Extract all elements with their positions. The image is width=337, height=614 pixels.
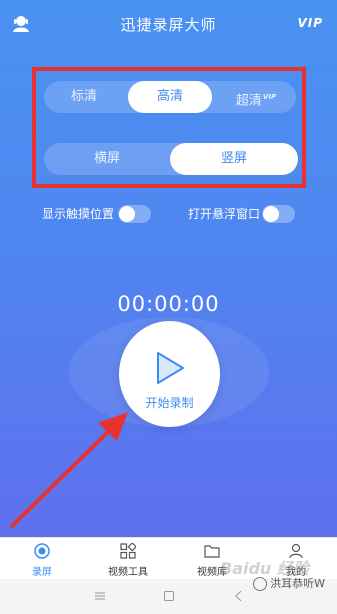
- toggle-floating-window-label: 打开悬浮窗口: [188, 207, 261, 221]
- home-icon[interactable]: [163, 590, 175, 602]
- toggle-show-touches-switch[interactable]: [118, 205, 151, 223]
- toggle-knob: [119, 206, 135, 222]
- play-icon: [157, 352, 184, 384]
- wechat-logo-icon: [253, 577, 268, 591]
- toggle-knob: [263, 206, 279, 222]
- author-watermark-text: 洪耳恭听W: [270, 577, 325, 590]
- tab-record[interactable]: 录屏: [0, 538, 84, 580]
- toggle-show-touches-label: 显示触摸位置: [42, 207, 115, 221]
- toggle-floating-window: 打开悬浮窗口: [188, 205, 303, 225]
- toggle-floating-window-switch[interactable]: [262, 205, 295, 223]
- start-recording-button[interactable]: 开始录制: [119, 321, 220, 427]
- author-watermark: 洪耳恭听W: [253, 575, 325, 591]
- grid-icon: [120, 543, 136, 559]
- app-screen: 迅捷录屏大师 VIP 标清 高清 超清VIP 横屏 竖屏 显示触摸位置 打开悬浮…: [0, 0, 337, 614]
- record-icon: [34, 543, 50, 559]
- tab-video-tools-label: 视频工具: [108, 567, 148, 578]
- annotation-highlight-box: [32, 67, 306, 188]
- menu-icon[interactable]: [94, 590, 106, 602]
- back-icon[interactable]: [233, 590, 245, 602]
- vip-button[interactable]: VIP: [297, 16, 323, 30]
- tab-record-label: 录屏: [32, 567, 52, 578]
- folder-icon: [204, 545, 220, 558]
- record-timer: 00:00:00: [117, 292, 220, 316]
- tab-video-tools[interactable]: 视频工具: [86, 538, 170, 580]
- app-title: 迅捷录屏大师: [120, 16, 217, 34]
- top-bar: 迅捷录屏大师 VIP: [0, 0, 337, 48]
- start-recording-label: 开始录制: [145, 396, 194, 410]
- toggle-show-touches: 显示触摸位置: [42, 205, 157, 225]
